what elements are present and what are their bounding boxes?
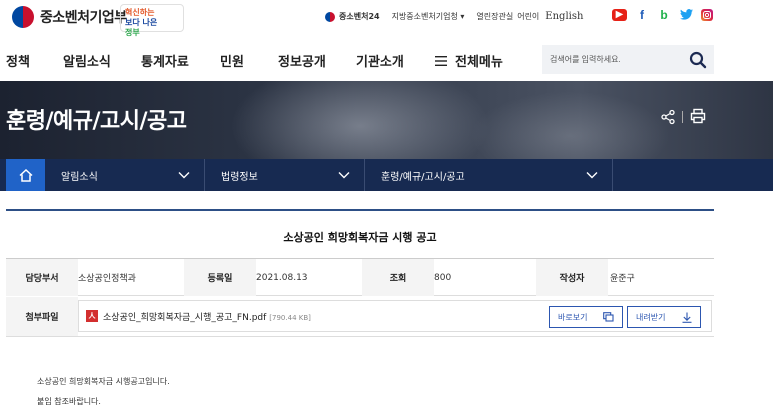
article-top-rule: [6, 209, 714, 211]
service24-link[interactable]: 중소벤처24: [325, 11, 380, 22]
taegeuk-emblem-icon: [12, 6, 34, 28]
breadcrumb-level-2[interactable]: 법령정보: [205, 159, 365, 191]
home-button[interactable]: [6, 159, 45, 191]
views-value: 800: [434, 272, 452, 283]
government-slogan-badge: 혁신하는 보다 나은 정부: [120, 4, 184, 37]
hamburger-icon: [435, 55, 447, 66]
views-label: 조회: [362, 259, 434, 296]
ministry-logo[interactable]: 중소벤처기업부: [12, 6, 127, 28]
top-bar: 중소벤처기업부 혁신하는 보다 나은 정부 중소벤처24 지방중소벤처기업청 ▾…: [0, 0, 773, 38]
attachment-file-link[interactable]: 소상공인_희망회복자금_시행_공고_FN.pdf [790.44 KB]: [103, 310, 311, 323]
preview-window-icon: [603, 312, 614, 322]
article-body: 소상공인 희망회복자금 시행공고입니다. 붙임 참조바랍니다.: [37, 372, 170, 405]
youtube-icon[interactable]: ▶: [612, 9, 627, 21]
print-icon[interactable]: [690, 108, 706, 124]
open-minister-link[interactable]: 열린장관실: [476, 11, 513, 22]
banner-background-image: [230, 81, 490, 159]
kids-link[interactable]: 어린이: [517, 11, 539, 22]
nav-item-policy[interactable]: 정책: [6, 51, 30, 70]
view-file-label: 바로보기: [558, 312, 588, 322]
banner-background-highlight: [470, 91, 670, 159]
facebook-icon[interactable]: f: [635, 9, 649, 21]
download-file-button[interactable]: 내려받기: [627, 306, 701, 328]
dept-value: 소상공인정책과: [78, 259, 184, 296]
service24-label: 중소벤처24: [339, 12, 380, 21]
home-icon: [18, 168, 33, 182]
date-value: 2021.08.13: [256, 272, 308, 283]
chevron-down-icon: [338, 172, 350, 179]
sns-links: ▶ f b: [612, 9, 713, 21]
slogan-line-3: 정부: [125, 28, 140, 37]
english-link[interactable]: English: [545, 11, 583, 22]
article-body-line-2: 붙임 참조바랍니다.: [37, 397, 101, 405]
article-meta-table: 담당부서 소상공인정책과 등록일 2021.08.13 조회 800 작성자 윤…: [6, 258, 714, 296]
author-label: 작성자: [536, 259, 608, 296]
all-menu-label: 전체메뉴: [455, 55, 503, 70]
attachment-box: 人 소상공인_희망회복자금_시행_공고_FN.pdf [790.44 KB] 바로…: [78, 300, 712, 332]
slogan-line-1: 혁신하는: [125, 8, 155, 17]
utility-links: 중소벤처24 지방중소벤처기업청 ▾ 열린장관실 어린이 English: [325, 11, 583, 22]
attachment-filesize: [790.44 KB]: [269, 314, 311, 322]
twitter-icon[interactable]: [679, 9, 693, 21]
search-box: [542, 45, 714, 74]
author-value: 윤준구: [610, 274, 635, 284]
article-body-line-1: 소상공인 희망회복자금 시행공고입니다.: [37, 377, 170, 386]
nav-item-about[interactable]: 기관소개: [356, 51, 404, 70]
date-label: 등록일: [184, 259, 256, 296]
article-title: 소상공인 희망회복자금 시행 공고: [283, 231, 437, 244]
breadcrumb-level-3-label: 훈령/예규/고시/공고: [381, 171, 465, 183]
dept-value-text: 소상공인정책과: [78, 274, 136, 284]
pdf-file-icon: 人: [86, 310, 98, 322]
breadcrumb: 알림소식 법령정보 훈령/예규/고시/공고: [0, 159, 773, 191]
page-banner: 훈령/예규/고시/공고: [0, 81, 773, 159]
attachment-filename: 소상공인_희망회복자금_시행_공고_FN.pdf: [103, 313, 267, 323]
breadcrumb-level-1[interactable]: 알림소식: [45, 159, 205, 191]
all-menu-button[interactable]: 전체메뉴: [435, 51, 503, 70]
banner-divider: [682, 111, 683, 123]
attachment-label: 첨부파일: [6, 297, 78, 336]
share-icon[interactable]: [660, 109, 676, 125]
download-file-label: 내려받기: [636, 312, 666, 322]
regional-office-dropdown[interactable]: 지방중소벤처기업청 ▾: [392, 11, 465, 22]
page-title: 훈령/예규/고시/공고: [6, 109, 187, 134]
search-input[interactable]: [542, 45, 682, 74]
nav-item-news[interactable]: 알림소식: [63, 51, 111, 70]
service24-icon: [325, 11, 335, 22]
nav-item-civil-service[interactable]: 민원: [220, 51, 244, 70]
chevron-down-icon: [178, 172, 190, 179]
blog-icon[interactable]: b: [657, 9, 671, 21]
attachment-row: 첨부파일 人 소상공인_희망회복자금_시행_공고_FN.pdf [790.44 K…: [6, 297, 714, 337]
breadcrumb-level-2-label: 법령정보: [221, 171, 258, 183]
breadcrumb-level-1-label: 알림소식: [61, 171, 98, 183]
view-file-button[interactable]: 바로보기: [549, 306, 623, 328]
nav-item-disclosure[interactable]: 정보공개: [278, 51, 326, 70]
download-icon: [682, 312, 692, 323]
search-icon[interactable]: [688, 50, 708, 70]
instagram-icon[interactable]: [701, 9, 713, 21]
chevron-down-icon: [586, 172, 598, 179]
breadcrumb-level-3[interactable]: 훈령/예규/고시/공고: [365, 159, 613, 191]
logo-text: 중소벤처기업부: [40, 10, 127, 26]
dept-label: 담당부서: [6, 259, 78, 296]
nav-item-statistics[interactable]: 통계자료: [141, 51, 189, 70]
slogan-line-2: 보다 나은: [125, 18, 158, 27]
